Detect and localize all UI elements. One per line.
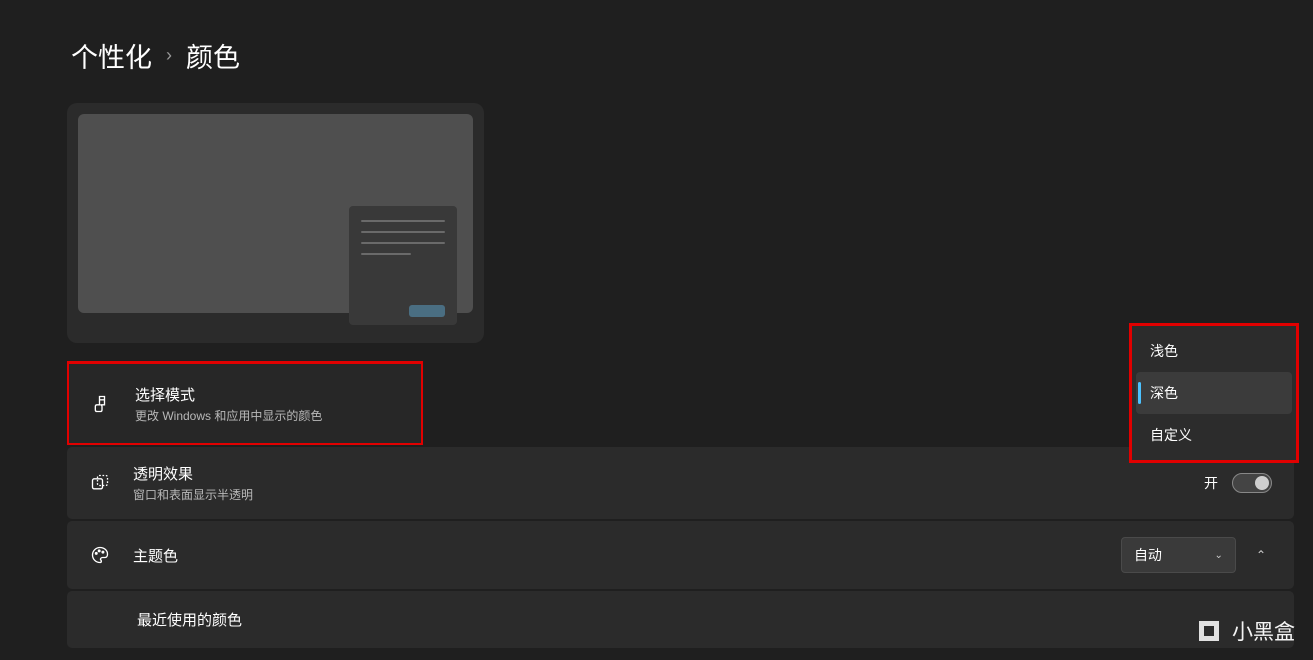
breadcrumb-current: 颜色: [186, 36, 240, 75]
expand-chevron-icon[interactable]: ⌃: [1250, 542, 1272, 568]
brush-icon: [91, 393, 113, 415]
setting-row-mode[interactable]: 选择模式 更改 Windows 和应用中显示的颜色: [67, 361, 423, 445]
recent-colors-title: 最近使用的颜色: [137, 612, 242, 629]
watermark: 小黑盒: [1194, 616, 1295, 646]
breadcrumb-parent-link[interactable]: 个性化: [71, 36, 152, 75]
toggle-knob: [1255, 476, 1269, 490]
setting-mode-desc: 更改 Windows 和应用中显示的颜色: [135, 407, 322, 424]
chevron-down-icon: ⌄: [1215, 550, 1223, 561]
preview-line: [361, 231, 445, 233]
setting-row-accent[interactable]: 主题色 自动 ⌄ ⌃: [67, 521, 1294, 589]
setting-transparency-title: 透明效果: [133, 463, 253, 484]
preview-window: [349, 206, 457, 325]
mode-option-light[interactable]: 浅色: [1136, 330, 1292, 372]
chevron-right-icon: ›: [166, 45, 172, 66]
setting-accent-title: 主题色: [133, 545, 178, 566]
mode-option-dark[interactable]: 深色: [1136, 372, 1292, 414]
transparency-toggle[interactable]: [1232, 473, 1272, 493]
breadcrumb: 个性化 › 颜色: [0, 0, 1313, 75]
preview-line: [361, 242, 445, 244]
mode-dropdown-menu: 浅色 深色 自定义: [1129, 323, 1299, 463]
setting-transparency-desc: 窗口和表面显示半透明: [133, 486, 253, 503]
dropdown-value: 自动: [1134, 545, 1162, 565]
setting-row-transparency[interactable]: 透明效果 窗口和表面显示半透明 开: [67, 447, 1294, 519]
settings-list: 选择模式 更改 Windows 和应用中显示的颜色 透明效果 窗口和表面显示半透…: [67, 361, 1294, 648]
preview-accent-button: [409, 305, 445, 317]
mode-option-custom[interactable]: 自定义: [1136, 414, 1292, 456]
theme-preview: [67, 103, 484, 343]
toggle-state-label: 开: [1204, 473, 1218, 493]
preview-line: [361, 253, 411, 255]
palette-icon: [89, 544, 111, 566]
setting-row-recent-colors[interactable]: 最近使用的颜色: [67, 591, 1294, 648]
watermark-text: 小黑盒: [1232, 616, 1295, 646]
watermark-logo-icon: [1194, 616, 1224, 646]
accent-dropdown[interactable]: 自动 ⌄: [1121, 537, 1236, 573]
transparency-icon: [89, 472, 111, 494]
setting-mode-title: 选择模式: [135, 384, 322, 405]
preview-line: [361, 220, 445, 222]
preview-desktop: [78, 114, 473, 313]
